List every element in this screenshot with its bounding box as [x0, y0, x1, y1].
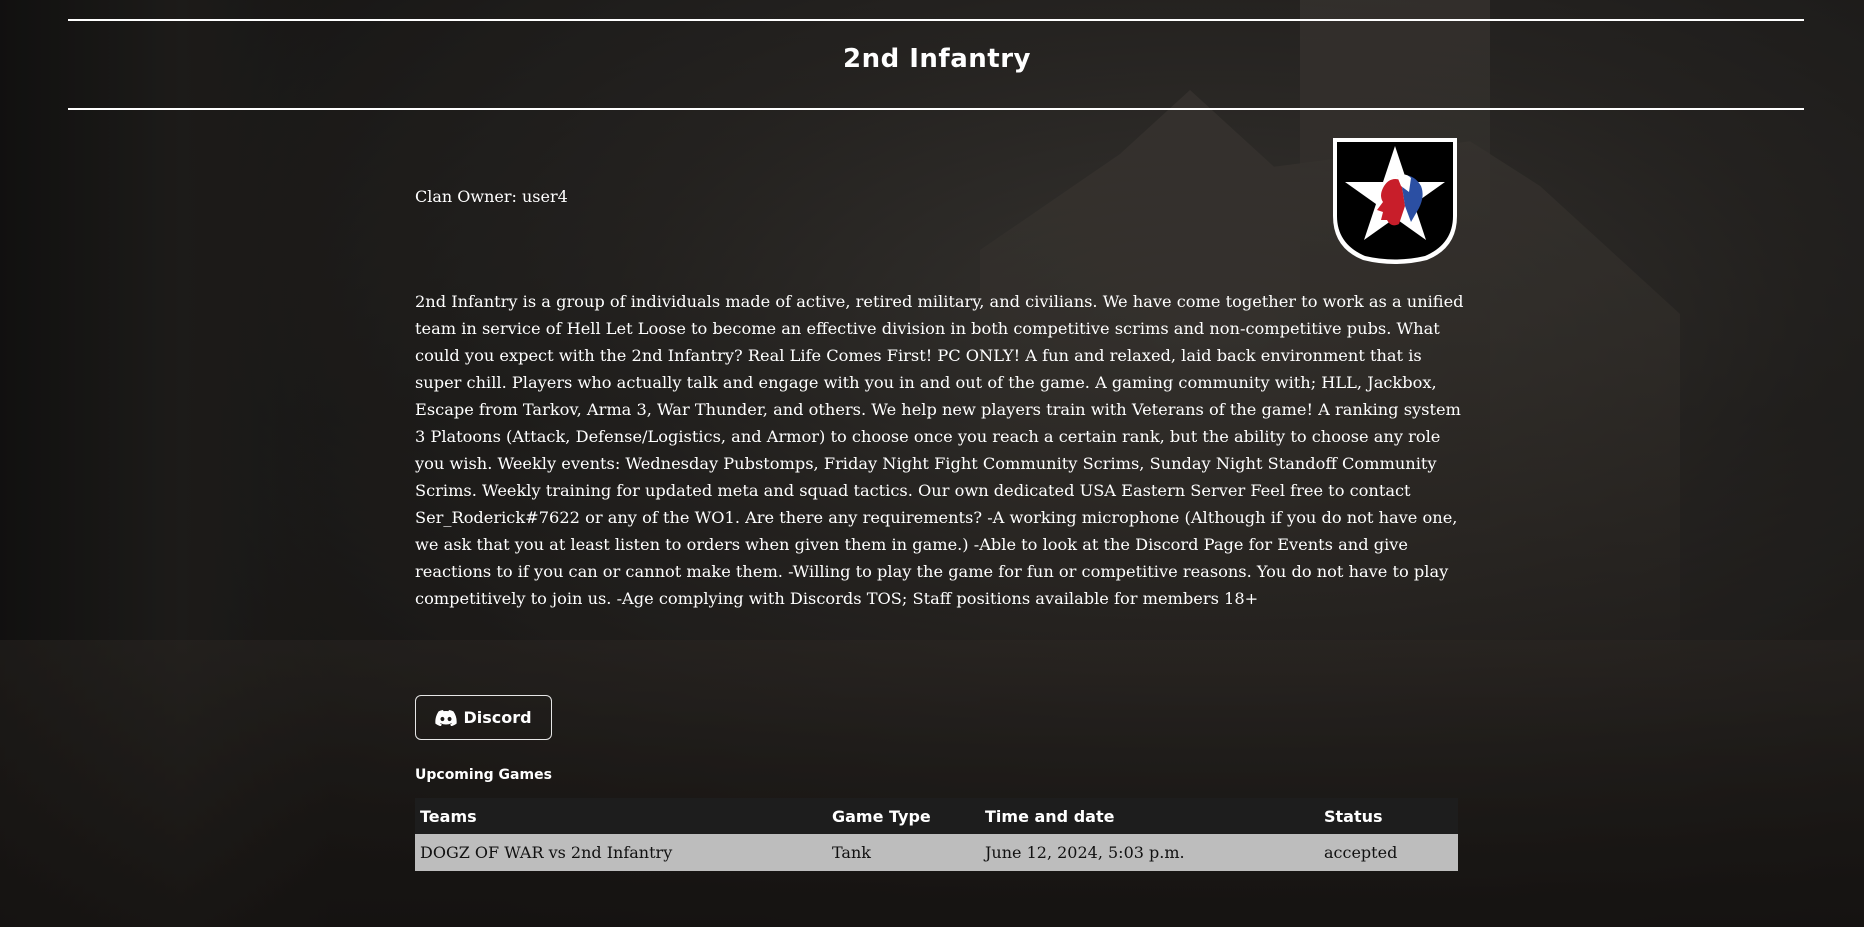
clan-description: 2nd Infantry is a group of individuals m… [415, 292, 1464, 608]
star-shield-logo [1333, 138, 1457, 264]
cell-teams: DOGZ OF WAR vs 2nd Infantry [415, 834, 827, 871]
page-title: 2nd Infantry [842, 44, 1031, 74]
column-header-time-date: Time and date [980, 798, 1319, 834]
column-header-game-type: Game Type [827, 798, 980, 834]
table-header-row: Teams Game Type Time and date Status [415, 798, 1458, 834]
cell-game-type: Tank [827, 834, 980, 871]
cell-status: accepted [1319, 834, 1458, 871]
header-divider-top [68, 19, 1804, 21]
upcoming-games-title: Upcoming Games [415, 767, 552, 783]
column-header-status: Status [1319, 798, 1458, 834]
discord-button-label: Discord [463, 708, 532, 727]
column-header-teams: Teams [415, 798, 827, 834]
table-row: DOGZ OF WAR vs 2nd Infantry Tank June 12… [415, 834, 1458, 871]
header-divider-bottom [68, 108, 1804, 110]
discord-icon [435, 709, 458, 726]
upcoming-games-table: Teams Game Type Time and date Status DOG… [415, 798, 1458, 871]
cell-time-date: June 12, 2024, 5:03 p.m. [980, 834, 1319, 871]
page-content: 2nd Infantry Clan Owner: user4 2nd Infan… [0, 0, 1864, 927]
discord-button[interactable]: Discord [415, 695, 552, 740]
clan-owner: Clan Owner: user4 [415, 187, 568, 206]
